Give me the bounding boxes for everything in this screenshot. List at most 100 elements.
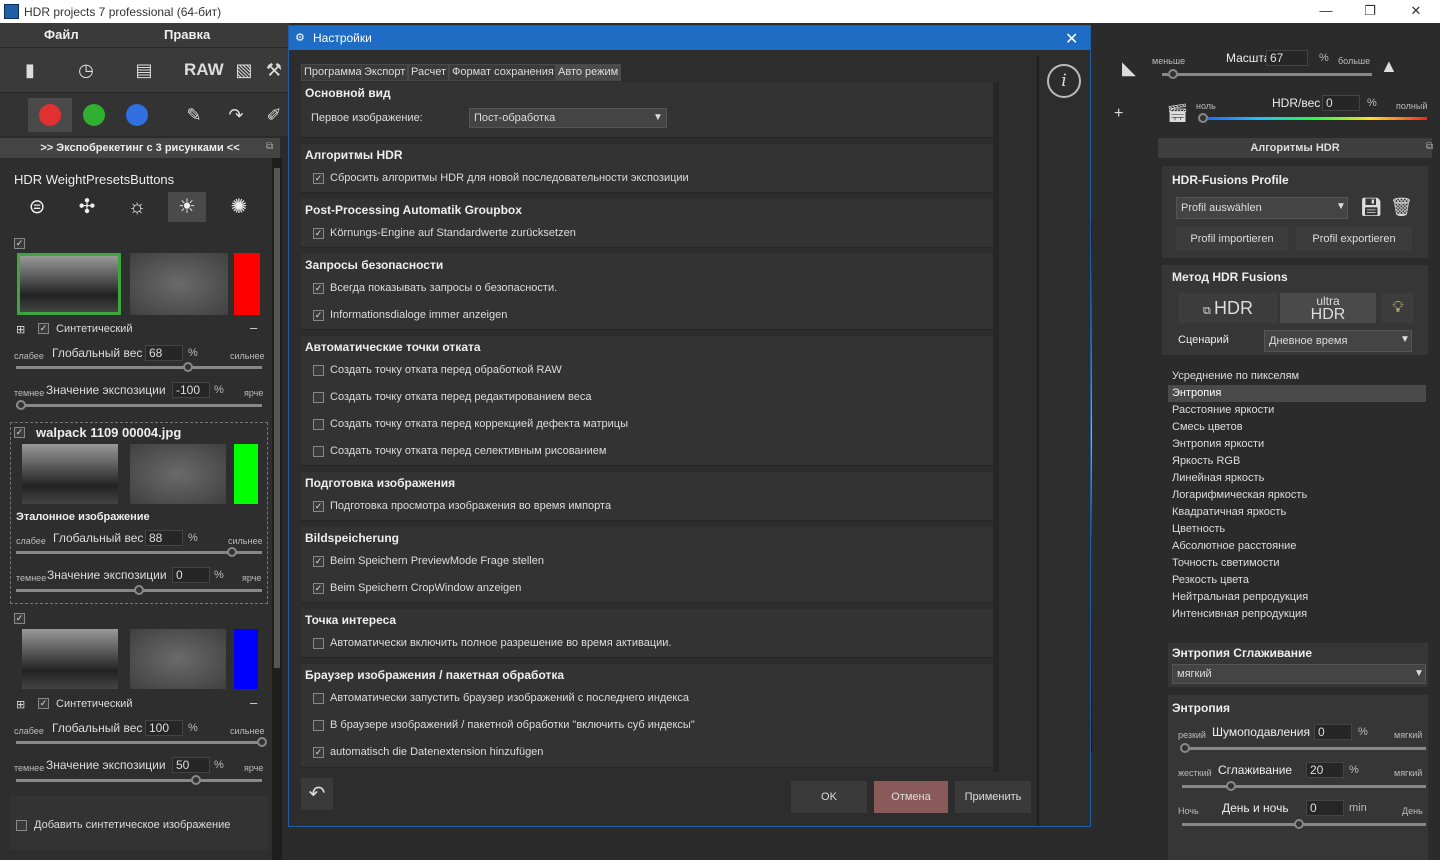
algorithm-item[interactable]: Цветность <box>1168 521 1426 538</box>
checkbox[interactable]: ✓ <box>313 555 324 567</box>
safety-option-1[interactable]: ✓ Всегда показывать запросы о безопасност… <box>313 282 557 294</box>
algorithm-item[interactable]: Квадратичная яркость <box>1168 504 1426 521</box>
tab-calculation[interactable]: Расчет <box>408 64 449 81</box>
browser-option-2[interactable]: В браузере изображений / пакетной обрабо… <box>313 719 695 731</box>
algorithm-item[interactable]: Расстояние яркости <box>1168 402 1426 419</box>
algorithm-item[interactable]: Энтропия <box>1168 385 1426 402</box>
image3-weight-slider[interactable] <box>16 741 262 744</box>
green-channel-button[interactable] <box>83 104 105 126</box>
image3-thumbnail[interactable] <box>22 629 118 689</box>
chevron-down-icon[interactable]: ▼ <box>1336 201 1346 212</box>
apply-button[interactable]: Применить <box>955 781 1031 813</box>
noise-slider-knob[interactable] <box>1180 743 1190 753</box>
chevron-down-icon[interactable]: ▼ <box>1414 668 1424 679</box>
image3-weight-slider-knob[interactable] <box>257 737 267 747</box>
preset-sun-icon[interactable]: ☀ <box>168 192 206 222</box>
info-icon[interactable]: i <box>1047 64 1081 98</box>
image2-checkbox[interactable]: ✓ <box>14 427 25 438</box>
rollback-option-1[interactable]: Создать точку отката перед обработкой RA… <box>313 364 562 376</box>
algorithm-item[interactable]: Нейтральная репродукция <box>1168 589 1426 606</box>
bulb-icon[interactable]: 💡︎ <box>1382 293 1414 323</box>
reset-undo-icon[interactable]: ↶ <box>301 778 333 810</box>
scenario-select[interactable]: Дневное время <box>1264 330 1412 352</box>
add-icon[interactable]: + <box>1114 105 1123 123</box>
rollback-option-4[interactable]: Создать точку отката перед селективным р… <box>313 445 606 457</box>
checkbox[interactable]: ✓ <box>313 309 324 321</box>
algorithm-item[interactable]: Логарифмическая яркость <box>1168 487 1426 504</box>
profile-export-button[interactable]: Profil exportieren <box>1296 227 1412 251</box>
checkbox[interactable] <box>313 692 324 704</box>
zoom-in-icon[interactable]: ▲ <box>1380 56 1398 77</box>
preset-bright-sun-icon[interactable]: ✺ <box>220 192 258 222</box>
noise-input[interactable]: 0 <box>1314 724 1352 740</box>
ok-button[interactable]: OK <box>791 781 867 813</box>
image1-exposure-slider-knob[interactable] <box>15 400 26 410</box>
preset-center-icon[interactable]: ✣ <box>68 192 106 222</box>
image1-synthetic-checkbox[interactable]: ✓ <box>38 323 49 334</box>
image2-global-weight-input[interactable]: 88 <box>145 530 183 546</box>
smooth-slider-knob[interactable] <box>1226 781 1236 791</box>
image3-exposure-slider-knob[interactable] <box>190 775 201 785</box>
bild-option-2[interactable]: ✓ Beim Speichern CropWindow anzeigen <box>313 582 521 594</box>
safety-option-2[interactable]: ✓ Informationsdialoge immer anzeigen <box>313 309 507 321</box>
smooth-slider[interactable] <box>1182 785 1426 788</box>
algorithm-item[interactable]: Абсолютное расстояние <box>1168 538 1426 555</box>
image3-synthetic-checkbox[interactable]: ✓ <box>38 698 49 709</box>
image3-global-weight-input[interactable]: 100 <box>145 720 183 736</box>
preset-equal-icon[interactable]: ⊜ <box>18 192 56 222</box>
profile-import-button[interactable]: Profil importieren <box>1176 227 1288 251</box>
hdr-weight-slider[interactable] <box>1202 117 1427 120</box>
algorithm-item[interactable]: Смесь цветов <box>1168 419 1426 436</box>
reset-hdr-option[interactable]: ✓ Сбросить алгоритмы HDR для новой послед… <box>313 172 689 184</box>
image3-remove-button[interactable]: – <box>250 695 257 710</box>
profile-select[interactable]: Profil auswählen <box>1176 197 1348 219</box>
poi-option[interactable]: Автоматически включить полное разрешение… <box>313 637 671 649</box>
checkbox[interactable] <box>313 637 324 649</box>
undock-right-icon[interactable]: ⧉ <box>1426 141 1433 152</box>
dialog-close-icon[interactable]: ✕ <box>1065 29 1078 49</box>
scale-input[interactable]: 67 <box>1266 50 1308 66</box>
chevron-down-icon[interactable]: ▼ <box>653 112 663 123</box>
save-profile-icon[interactable]: 💾︎ <box>1360 197 1383 218</box>
menu-file[interactable]: Файл <box>44 27 79 42</box>
noise-slider[interactable] <box>1182 747 1426 750</box>
gallery-icon[interactable]: ▧ <box>230 56 258 84</box>
checkbox[interactable] <box>313 418 324 430</box>
redo-arrow-icon[interactable]: ↷ <box>222 101 250 129</box>
checkbox[interactable]: ✓ <box>313 746 324 758</box>
smoothing-select[interactable]: мягкий <box>1172 664 1426 684</box>
daynight-slider-knob[interactable] <box>1294 819 1304 829</box>
daynight-slider[interactable] <box>1182 823 1426 826</box>
tools-icon[interactable]: ⚒ <box>264 56 284 84</box>
image3-checkbox[interactable]: ✓ <box>14 613 25 624</box>
image2-exposure-input[interactable]: 0 <box>172 567 210 583</box>
browser-option-3[interactable]: ✓ automatisch die Datenextension hinzufüg… <box>313 746 543 758</box>
tab-save-format[interactable]: Формат сохранения <box>449 64 557 81</box>
red-channel-button[interactable] <box>28 98 72 132</box>
add-synthetic-label[interactable]: Добавить синтетическое изображение <box>34 819 230 831</box>
checkbox[interactable] <box>313 391 324 403</box>
checkbox[interactable]: ✓ <box>313 172 324 184</box>
left-scrollbar[interactable] <box>272 158 282 860</box>
image3-exposure-slider[interactable] <box>16 779 262 782</box>
image2-weight-slider[interactable] <box>16 551 262 554</box>
tab-export[interactable]: Экспорт <box>361 64 409 81</box>
hdr-method-button[interactable]: ⧉ HDR <box>1178 293 1278 323</box>
image1-exposure-slider[interactable] <box>16 404 262 407</box>
undock-icon[interactable]: ⧉ <box>266 141 273 152</box>
reset-grain-option[interactable]: ✓ Körnungs-Engine auf Standardwerte zurüc… <box>313 227 576 239</box>
checkbox[interactable] <box>313 719 324 731</box>
blue-channel-button[interactable] <box>126 104 148 126</box>
daynight-input[interactable]: 0 <box>1306 800 1344 816</box>
image1-remove-button[interactable]: – <box>250 320 257 335</box>
bild-option-1[interactable]: ✓ Beim Speichern PreviewMode Frage stelle… <box>313 555 544 567</box>
minimize-button[interactable]: — <box>1306 2 1346 20</box>
hdr-weight-slider-knob[interactable] <box>1198 113 1208 123</box>
tab-auto-mode[interactable]: Авто режим <box>555 64 622 81</box>
browser-option-1[interactable]: Автоматически запустить браузер изображе… <box>313 692 689 704</box>
chevron-down-icon[interactable]: ▼ <box>1400 334 1410 345</box>
image3-pin-icon[interactable]: ⊞ <box>16 698 25 711</box>
add-synthetic-checkbox[interactable] <box>16 820 27 831</box>
zoom-out-icon[interactable]: ◣ <box>1122 58 1136 79</box>
rollback-option-3[interactable]: Создать точку отката перед коррекцией де… <box>313 418 628 430</box>
